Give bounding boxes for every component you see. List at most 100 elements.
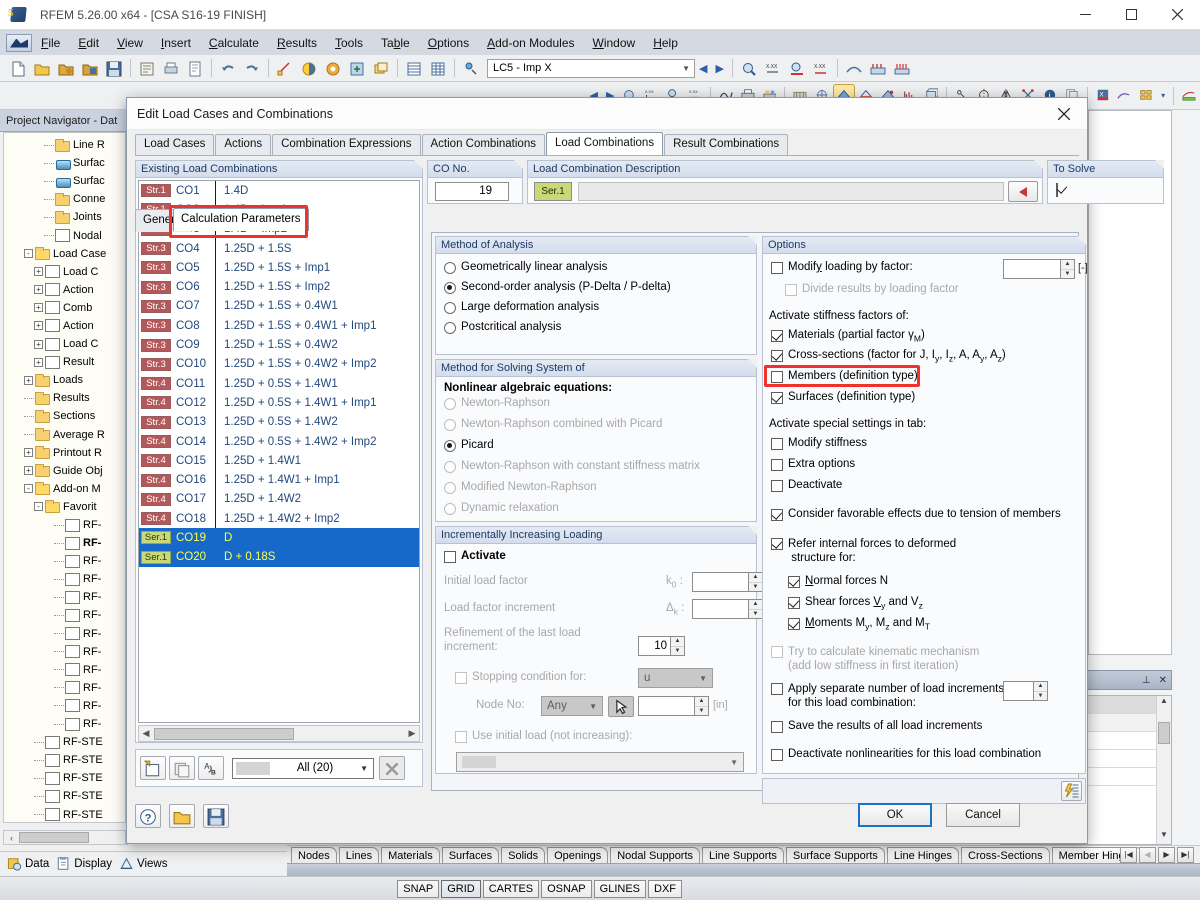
status-toggle-grid[interactable]: GRID — [441, 879, 481, 898]
menu-item-table[interactable]: Table — [372, 33, 419, 53]
load-combination-row[interactable]: Ser.1 CO19 D — [139, 528, 419, 548]
result-value-icon[interactable]: X.XX — [810, 58, 832, 79]
status-toggle-cartes[interactable]: CARTES — [482, 879, 540, 898]
load-combination-row[interactable]: Str.3 CO7 1.25D + 1.5S + 0.4W1 — [139, 296, 419, 317]
solving-method-option[interactable]: Dynamic relaxation — [444, 502, 756, 523]
save-results-checkbox[interactable] — [771, 721, 783, 733]
scroll-left-icon[interactable]: ‹ — [4, 833, 19, 843]
navigator-item[interactable]: - Favorit — [4, 498, 125, 516]
co-number-input[interactable]: 19 — [435, 182, 509, 201]
menu-item-view[interactable]: View — [108, 33, 152, 53]
window-tile-icon[interactable] — [370, 58, 392, 79]
incremental-activate-checkbox[interactable] — [444, 551, 456, 563]
navigator-item[interactable]: RF- — [4, 588, 125, 606]
tree-expander-icon[interactable]: + — [24, 448, 33, 458]
modify-stiffness-checkbox[interactable] — [771, 438, 783, 450]
navigator-item[interactable]: + Comb — [4, 299, 125, 317]
method-of-analysis-option[interactable]: Postcritical analysis — [444, 321, 756, 341]
render-mode-icon[interactable] — [298, 58, 320, 79]
menu-item-file[interactable]: File — [32, 33, 69, 53]
refer-internal-forces-checkbox[interactable] — [771, 538, 783, 550]
maximize-button[interactable] — [1108, 0, 1154, 30]
materials-stiffness-checkbox[interactable] — [771, 330, 783, 342]
excel-export-icon[interactable]: X — [1093, 85, 1113, 106]
apply-separate-increments-checkbox[interactable] — [771, 683, 783, 695]
load-factor-increment-input[interactable] — [692, 599, 748, 619]
table-tab-cross-sections[interactable]: Cross-Sections — [961, 847, 1050, 863]
printout-report-icon[interactable] — [184, 58, 206, 79]
solving-method-option[interactable]: Newton-Raphson with constant stiffness m… — [444, 460, 756, 481]
menu-item-calculate[interactable]: Calculate — [200, 33, 268, 53]
menu-item-tools[interactable]: Tools — [326, 33, 372, 53]
navigator-tree[interactable]: Line R Surfac Surfac Conne Joints Nodal - Load … — [3, 132, 126, 823]
graph-icon[interactable] — [1114, 85, 1134, 106]
navigator-item[interactable]: RF- — [4, 552, 125, 570]
favorable-effects-checkbox[interactable] — [771, 509, 783, 521]
navigator-item[interactable]: Joints — [4, 208, 125, 226]
panel-close-icon[interactable]: ✕ — [1159, 675, 1167, 686]
solving-method-option[interactable]: Modified Newton-Raphson — [444, 481, 756, 502]
stopping-condition-select[interactable]: u ▼ — [638, 668, 713, 688]
navigator-item[interactable]: RF-STE — [4, 805, 125, 822]
menu-item-addon-modules[interactable]: Add-on Modules — [478, 33, 583, 53]
navigator-item[interactable]: Conne — [4, 190, 125, 208]
load-combination-row[interactable]: Str.4 CO18 1.25D + 1.4W2 + Imp2 — [139, 509, 419, 529]
view-settings-icon[interactable] — [346, 58, 368, 79]
save-icon[interactable] — [103, 58, 125, 79]
dialog-close-button[interactable] — [1047, 101, 1081, 127]
open-file-icon[interactable] — [31, 58, 53, 79]
scroll-right-icon[interactable]: ▶ — [405, 728, 419, 739]
navigator-item[interactable]: Results — [4, 389, 125, 407]
menu-item-window[interactable]: Window — [584, 33, 645, 53]
dialog-tab-result-combinations[interactable]: Result Combinations — [664, 134, 789, 155]
to-solve-checkbox[interactable] — [1056, 183, 1058, 197]
table-tab-line-hinges[interactable]: Line Hinges — [886, 847, 960, 863]
radio-icon[interactable] — [444, 503, 456, 515]
navigator-horizontal-scrollbar[interactable]: ‹ — [3, 830, 126, 845]
moments-checkbox[interactable] — [788, 618, 800, 630]
ruler-icon[interactable] — [1179, 85, 1199, 106]
navigator-tab-views[interactable]: Views — [119, 857, 167, 871]
ok-button[interactable]: OK — [858, 803, 932, 827]
print-preview-icon[interactable] — [136, 58, 158, 79]
minimize-button[interactable] — [1062, 0, 1108, 30]
modify-loading-spinner[interactable]: ▲ ▼ — [1060, 259, 1075, 279]
load-combination-row[interactable]: Ser.1 CO20 D + 0.18S — [139, 547, 419, 567]
load-combination-row[interactable]: Str.4 CO17 1.25D + 1.4W2 — [139, 489, 419, 510]
navigator-item[interactable]: + Load C — [4, 263, 125, 281]
tab-calculation-parameters[interactable]: Calculation Parameters — [173, 208, 309, 231]
new-file-icon[interactable] — [7, 58, 29, 79]
navigator-item[interactable]: - Load Case — [4, 245, 125, 263]
navigator-item[interactable]: + Printout R — [4, 444, 125, 462]
apply-separate-increments-spinner[interactable]: ▲ ▼ — [1033, 681, 1048, 701]
prev-page-button[interactable]: ◀ — [1139, 847, 1156, 863]
table-tab-solids[interactable]: Solids — [501, 847, 546, 863]
surfaces-stiffness-checkbox[interactable] — [771, 392, 783, 404]
navigator-item[interactable]: + Guide Obj — [4, 462, 125, 480]
tree-expander-icon[interactable]: + — [34, 357, 43, 367]
open-recent-icon[interactable] — [79, 58, 101, 79]
navigator-item[interactable]: + Action — [4, 317, 125, 335]
load-case-settings-icon[interactable] — [460, 58, 482, 79]
dimension-icon[interactable]: X.XX — [762, 58, 784, 79]
tree-expander-icon[interactable]: + — [24, 466, 33, 476]
navigator-item[interactable]: - Add-on M — [4, 480, 125, 498]
open-project-icon[interactable] — [55, 58, 77, 79]
initial-load-factor-spinner[interactable]: ▲ ▼ — [748, 572, 763, 592]
copy-combination-button[interactable] — [169, 756, 195, 780]
undo-icon[interactable] — [217, 58, 239, 79]
help-button[interactable]: ? — [135, 804, 161, 828]
scroll-thumb[interactable] — [1158, 722, 1170, 744]
divide-results-checkbox[interactable] — [785, 284, 797, 296]
load-combination-row[interactable]: Str.3 CO10 1.25D + 1.5S + 0.4W2 + Imp2 — [139, 354, 419, 374]
load-factor-increment-spinner[interactable]: ▲ ▼ — [748, 599, 763, 619]
status-toggle-glines[interactable]: GLINES — [593, 879, 646, 898]
tree-expander-icon[interactable]: + — [34, 303, 43, 313]
deformation-icon[interactable] — [843, 58, 865, 79]
dialog-tab-load-combinations[interactable]: Load Combinations — [545, 132, 664, 155]
zoom-icon[interactable] — [738, 58, 760, 79]
menu-item-edit[interactable]: Edit — [69, 33, 108, 53]
first-page-button[interactable]: |◀ — [1120, 847, 1137, 863]
use-initial-load-checkbox[interactable] — [455, 731, 467, 743]
dialog-tab-actions[interactable]: Actions — [215, 134, 272, 155]
